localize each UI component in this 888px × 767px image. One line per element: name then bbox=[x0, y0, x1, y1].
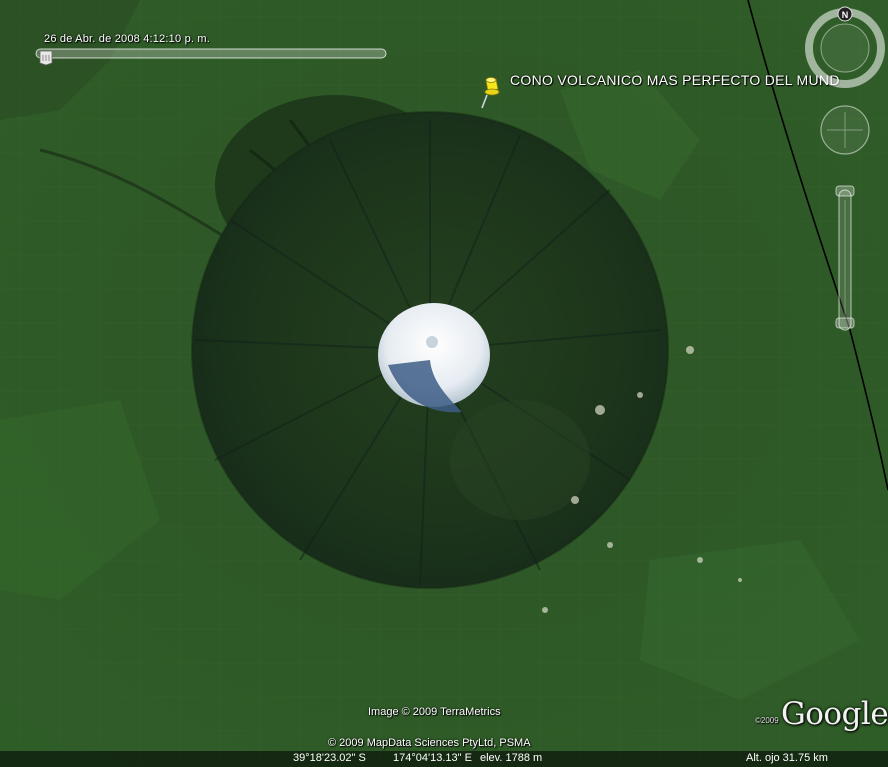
pushpin-icon[interactable] bbox=[478, 75, 504, 111]
navigation-controls[interactable]: N bbox=[800, 0, 888, 340]
compass-north-label: N bbox=[842, 10, 849, 20]
status-elevation: elev. 1788 m bbox=[480, 752, 543, 764]
placemark-label[interactable]: CONO VOLCANICO MAS PERFECTO DEL MUND bbox=[510, 72, 840, 88]
mapdata-credit: © 2009 MapData Sciences PtyLtd, PSMA bbox=[328, 737, 531, 749]
map-view[interactable]: 26 de Abr. de 2008 4:12:10 p. m. CONO VO… bbox=[0, 0, 888, 767]
time-slider[interactable] bbox=[34, 43, 390, 65]
zoom-slider-icon[interactable] bbox=[835, 185, 855, 331]
status-eye-altitude: Alt. ojo 31.75 km bbox=[746, 752, 828, 764]
imagery-credit: Image © 2009 TerraMetrics bbox=[368, 706, 501, 718]
compass-ring-icon[interactable]: N bbox=[805, 6, 885, 88]
look-joystick-icon[interactable] bbox=[820, 105, 870, 155]
lower-slope-patch bbox=[450, 400, 590, 520]
time-slider-thumb[interactable] bbox=[39, 50, 53, 65]
status-latitude: 39°18'23.02" S bbox=[293, 752, 366, 764]
satellite-terrain[interactable] bbox=[0, 0, 888, 767]
logo-copyright-year: ©2009 bbox=[755, 716, 779, 725]
google-logo: Google bbox=[781, 696, 888, 732]
summit-crater bbox=[426, 336, 438, 348]
status-longitude: 174°04'13.13" E bbox=[393, 752, 472, 764]
